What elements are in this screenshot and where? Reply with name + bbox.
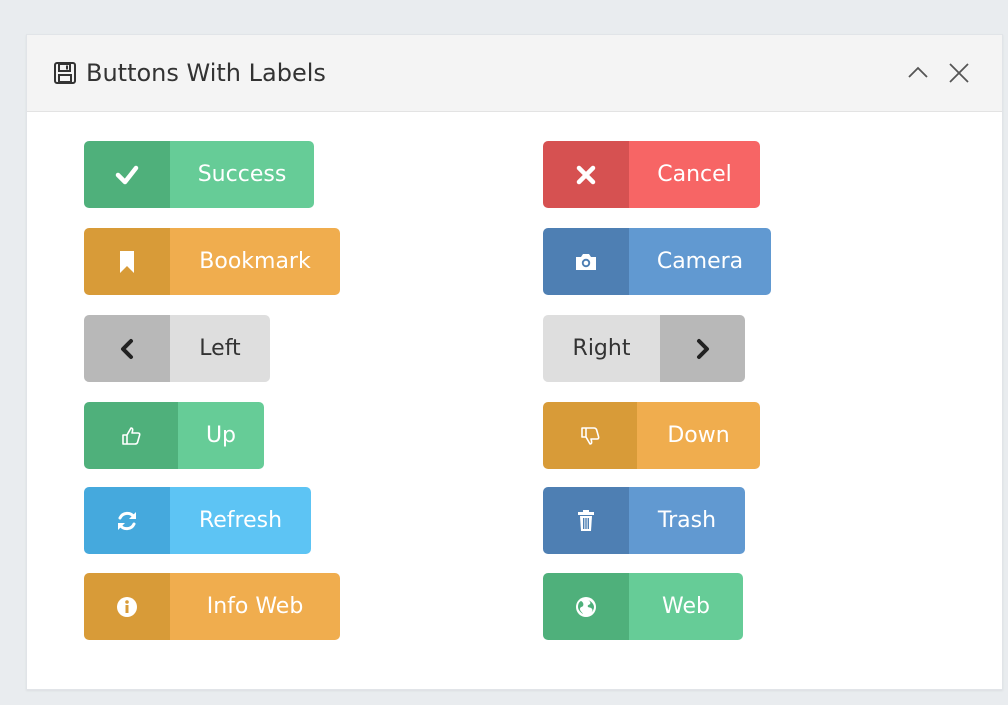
camera-icon	[543, 228, 629, 295]
up-label: Up	[178, 402, 264, 469]
panel-title-text: Buttons With Labels	[86, 59, 326, 87]
bookmark-label: Bookmark	[170, 228, 340, 295]
info-web-label: Info Web	[170, 573, 340, 640]
trash-button[interactable]: Trash	[543, 487, 745, 554]
trash-label: Trash	[629, 487, 745, 554]
down-button[interactable]: Down	[543, 402, 760, 469]
right-button[interactable]: Right	[543, 315, 745, 382]
camera-label: Camera	[629, 228, 771, 295]
up-button[interactable]: Up	[84, 402, 264, 469]
down-label: Down	[637, 402, 760, 469]
thumbs-down-icon	[543, 402, 637, 469]
chevron-left-icon	[84, 315, 170, 382]
info-icon	[84, 573, 170, 640]
panel-title: Buttons With Labels	[53, 58, 326, 88]
camera-button[interactable]: Camera	[543, 228, 771, 295]
left-button[interactable]: Left	[84, 315, 270, 382]
close-icon[interactable]	[948, 62, 970, 88]
refresh-icon	[84, 487, 170, 554]
web-label: Web	[629, 573, 743, 640]
check-icon	[84, 141, 170, 208]
web-button[interactable]: Web	[543, 573, 743, 640]
cancel-button[interactable]: Cancel	[543, 141, 760, 208]
bookmark-icon	[84, 228, 170, 295]
panel-header: Buttons With Labels	[27, 35, 1002, 112]
refresh-label: Refresh	[170, 487, 311, 554]
info-web-button[interactable]: Info Web	[84, 573, 340, 640]
floppy-disk-icon	[53, 61, 77, 85]
bookmark-button[interactable]: Bookmark	[84, 228, 340, 295]
panel-tools	[906, 61, 970, 89]
left-label: Left	[170, 315, 270, 382]
thumbs-up-icon	[84, 402, 178, 469]
x-mark-icon	[543, 141, 629, 208]
trash-icon	[543, 487, 629, 554]
chevron-right-icon	[660, 315, 745, 382]
success-label: Success	[170, 141, 314, 208]
right-label: Right	[543, 315, 660, 382]
globe-icon	[543, 573, 629, 640]
refresh-button[interactable]: Refresh	[84, 487, 311, 554]
cancel-label: Cancel	[629, 141, 760, 208]
chevron-up-icon[interactable]	[906, 61, 930, 89]
success-button[interactable]: Success	[84, 141, 314, 208]
